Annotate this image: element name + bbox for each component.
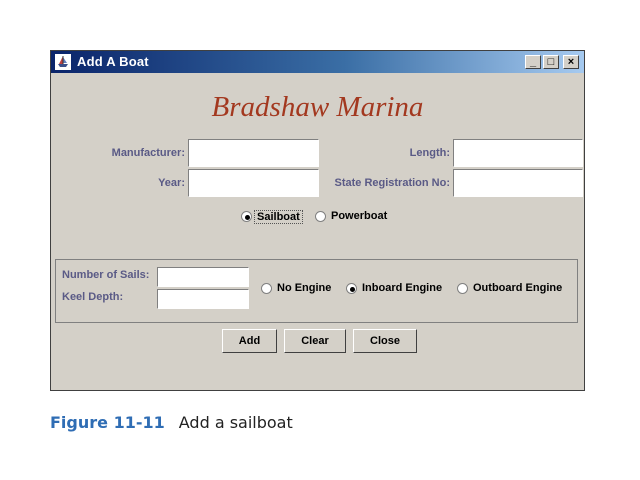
close-button[interactable]: Close <box>353 329 417 353</box>
radio-circle-icon <box>241 211 252 222</box>
radio-circle-icon <box>346 283 357 294</box>
window-title: Add A Boat <box>77 54 149 69</box>
maximize-button[interactable]: □ <box>543 55 559 69</box>
minimize-button[interactable]: _ <box>525 55 541 69</box>
no-engine-radio[interactable]: No Engine <box>261 281 339 297</box>
figure-caption-text: Add a sailboat <box>178 413 293 432</box>
number-of-sails-field[interactable] <box>157 267 249 287</box>
outboard-engine-radio[interactable]: Outboard Engine <box>457 281 569 297</box>
inboard-engine-radio[interactable]: Inboard Engine <box>346 281 446 297</box>
state-registration-field[interactable] <box>453 169 583 197</box>
state-registration-label: State Registration No: <box>334 177 450 189</box>
manufacturer-label: Manufacturer: <box>111 147 185 159</box>
length-label: Length: <box>409 147 450 159</box>
add-boat-window: Add A Boat _ □ × Bradshaw Marina Manufac… <box>50 50 585 391</box>
year-field[interactable] <box>188 169 319 197</box>
sailboat-details-panel: Number of Sails: Keel Depth: No Engine I… <box>55 259 578 323</box>
close-window-button[interactable]: × <box>563 55 579 69</box>
sailboat-radio[interactable]: Sailboat <box>241 209 307 225</box>
figure-caption: Figure 11-11 Add a sailboat <box>50 413 293 432</box>
figure-number: Figure 11-11 <box>50 413 165 432</box>
boat-app-icon <box>55 54 71 70</box>
keel-depth-label: Keel Depth: <box>62 291 124 303</box>
outboard-engine-radio-label: Outboard Engine <box>473 282 563 294</box>
no-engine-radio-label: No Engine <box>277 282 332 294</box>
keel-depth-field[interactable] <box>157 289 249 309</box>
radio-selected-dot-icon <box>350 287 355 292</box>
year-label: Year: <box>158 177 185 189</box>
radio-selected-dot-icon <box>245 215 250 220</box>
brand-title: Bradshaw Marina <box>211 91 424 123</box>
title-bar[interactable]: Add A Boat _ □ × <box>51 51 584 73</box>
length-field[interactable] <box>453 139 583 167</box>
radio-circle-icon <box>457 283 468 294</box>
radio-circle-icon <box>315 211 326 222</box>
sailboat-radio-label: Sailboat <box>254 210 303 224</box>
add-button[interactable]: Add <box>222 329 277 353</box>
powerboat-radio-label: Powerboat <box>331 210 388 222</box>
radio-circle-icon <box>261 283 272 294</box>
clear-button[interactable]: Clear <box>284 329 346 353</box>
inboard-engine-radio-label: Inboard Engine <box>362 282 443 294</box>
powerboat-radio[interactable]: Powerboat <box>315 209 395 225</box>
number-of-sails-label: Number of Sails: <box>62 269 150 281</box>
manufacturer-field[interactable] <box>188 139 319 167</box>
